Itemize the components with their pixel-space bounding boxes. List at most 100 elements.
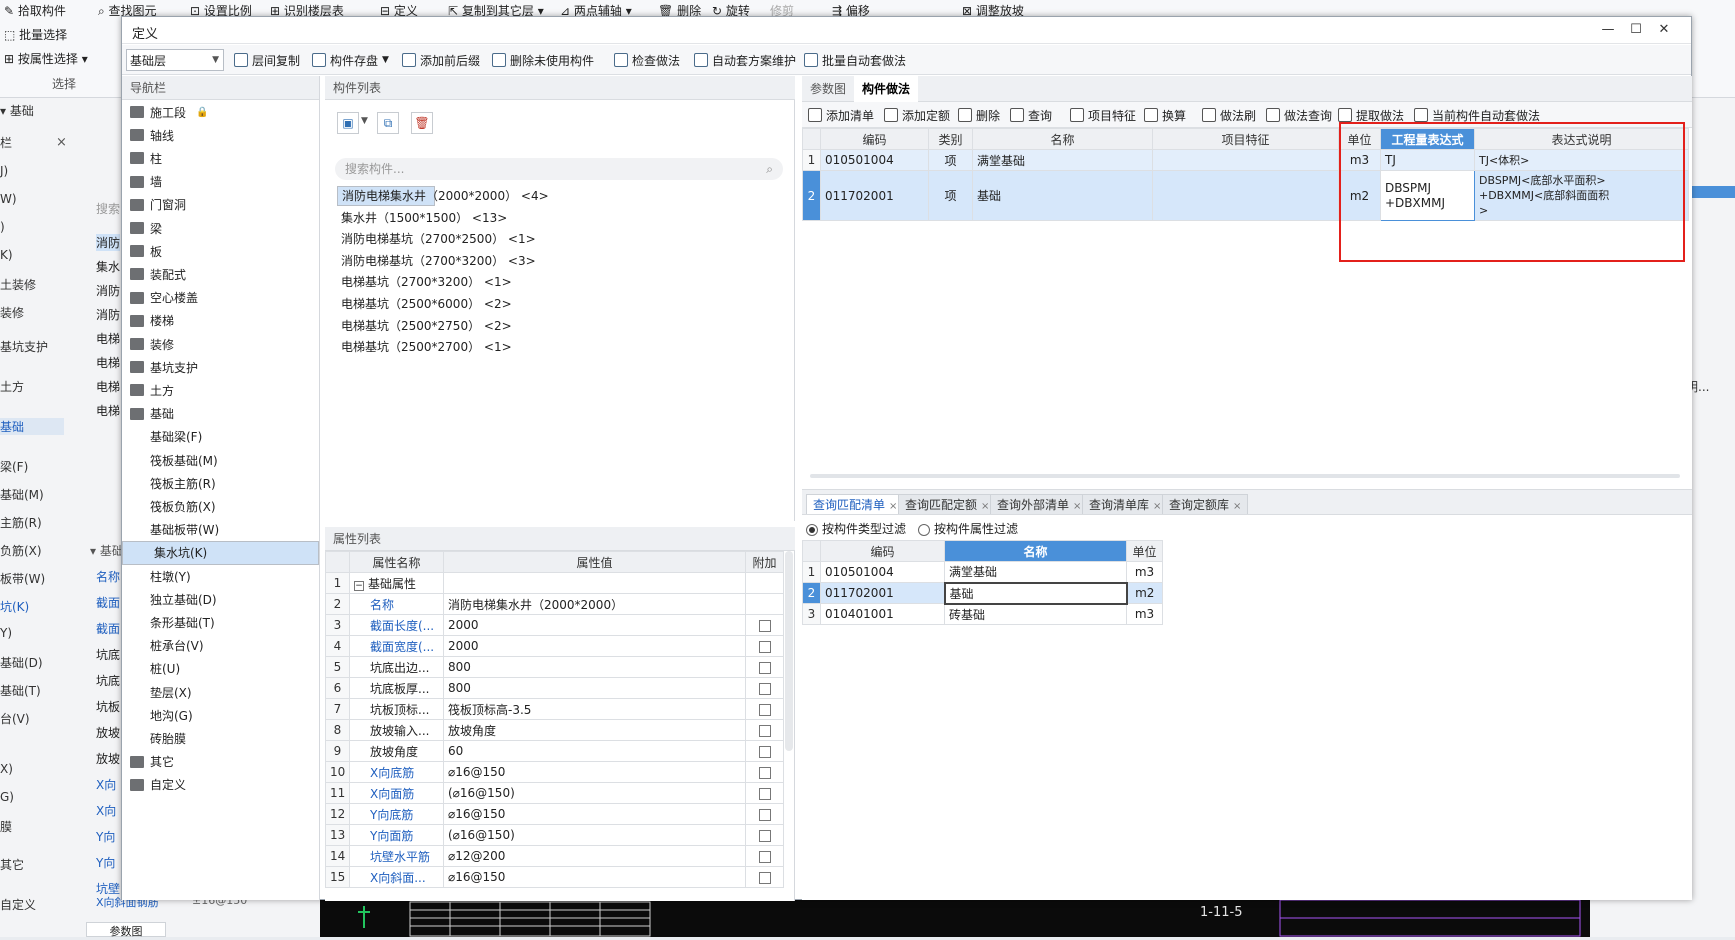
- tab-component-method[interactable]: 构件做法: [854, 76, 919, 102]
- nav-item[interactable]: 砖胎膜: [122, 726, 319, 750]
- filter-attr-radio[interactable]: 按构件属性过滤: [918, 520, 1018, 537]
- nav-item[interactable]: 独立基础(D): [122, 587, 319, 611]
- nav-item[interactable]: 筏板主筋(R): [122, 471, 319, 495]
- match-row[interactable]: 3 010401001 砖基础 m3: [802, 603, 1163, 625]
- component-item[interactable]: 电梯基坑（2500*2750） <2>: [337, 316, 516, 336]
- save-component-button[interactable]: 构件存盘 ▼: [312, 51, 389, 69]
- batch-auto-method-button[interactable]: 批量自动套做法: [804, 51, 906, 69]
- method-toolbar-button[interactable]: 换算: [1144, 106, 1186, 124]
- nav-item[interactable]: 施工段 🔒: [122, 100, 319, 124]
- nav-item[interactable]: 基础: [122, 402, 319, 426]
- property-row[interactable]: 15 X向斜面... ⌀16@150: [325, 866, 784, 888]
- property-value[interactable]: 消防电梯集水井（2000*2000）: [443, 593, 746, 615]
- nav-item[interactable]: 楼梯: [122, 309, 319, 333]
- pick-component-button[interactable]: ✎ 拾取构件: [4, 2, 66, 19]
- property-row[interactable]: 10 X向底筋 ⌀16@150: [325, 761, 784, 783]
- tab-param-figure[interactable]: 参数图: [802, 76, 854, 102]
- nav-item[interactable]: 基础板带(W): [122, 518, 319, 542]
- component-item[interactable]: 消防电梯基坑（2700*2500） <1>: [337, 229, 540, 249]
- property-value[interactable]: 放坡角度: [443, 719, 746, 741]
- property-row[interactable]: 9 放坡角度 60: [325, 740, 784, 762]
- checkbox[interactable]: [758, 745, 771, 758]
- nav-item[interactable]: 梁: [122, 216, 319, 240]
- property-scrollbar[interactable]: [785, 551, 793, 751]
- property-value[interactable]: ⌀16@150: [443, 761, 746, 783]
- select-by-attr-button[interactable]: ⊞ 按属性选择 ▾: [4, 50, 88, 67]
- property-row[interactable]: 6 坑底板厚... 800: [325, 677, 784, 699]
- property-row[interactable]: 12 Y向底筋 ⌀16@150: [325, 803, 784, 825]
- property-row[interactable]: 7 坑板顶标... 筏板顶标高-3.5: [325, 698, 784, 720]
- property-value[interactable]: ⌀12@200: [443, 845, 746, 867]
- nav-item[interactable]: 自定义: [122, 773, 319, 797]
- delete-component-icon[interactable]: 🗑: [411, 112, 433, 134]
- checkbox[interactable]: [758, 871, 771, 884]
- nav-item[interactable]: 板: [122, 239, 319, 263]
- nav-item[interactable]: 土方: [122, 378, 319, 402]
- method-toolbar-button[interactable]: 添加定额: [884, 106, 950, 124]
- nav-item[interactable]: 桩(U): [122, 657, 319, 681]
- checkbox[interactable]: [758, 619, 771, 632]
- filter-type-radio[interactable]: 按构件类型过滤: [806, 520, 906, 537]
- nav-item[interactable]: 基坑支护: [122, 355, 319, 379]
- nav-item[interactable]: 门窗洞: [122, 193, 319, 217]
- query-tab[interactable]: 查询匹配定额 ×: [898, 494, 997, 514]
- auto-scheme-button[interactable]: 自动套方案维护: [694, 51, 796, 69]
- property-value[interactable]: 2000: [443, 635, 746, 657]
- close-icon[interactable]: ×: [981, 501, 989, 512]
- chevron-down-icon[interactable]: ▼: [361, 116, 368, 126]
- checkbox[interactable]: [758, 640, 771, 653]
- property-value[interactable]: 800: [443, 677, 746, 699]
- close-icon[interactable]: ×: [889, 501, 897, 512]
- component-item[interactable]: 电梯基坑（2500*2700） <1>: [337, 337, 516, 357]
- component-item[interactable]: 消防电梯集水井（2000*2000） <4>: [337, 186, 549, 206]
- checkbox[interactable]: [758, 808, 771, 821]
- nav-item[interactable]: 轴线: [122, 123, 319, 147]
- method-toolbar-button[interactable]: 做法刷: [1202, 106, 1256, 124]
- property-row[interactable]: 2 名称 消防电梯集水井（2000*2000）: [325, 593, 784, 615]
- property-row[interactable]: 8 放坡输入... 放坡角度: [325, 719, 784, 741]
- close-icon[interactable]: ×: [1153, 501, 1161, 512]
- property-row[interactable]: 14 坑壁水平筋 ⌀12@200: [325, 845, 784, 867]
- nav-item[interactable]: 其它: [122, 750, 319, 774]
- checkbox[interactable]: [758, 682, 771, 695]
- match-row[interactable]: 2 011702001 基础 m2: [802, 581, 1163, 605]
- close-icon[interactable]: ✕: [1653, 21, 1675, 39]
- property-value[interactable]: (⌀16@150): [443, 782, 746, 804]
- nav-item[interactable]: 墙: [122, 170, 319, 194]
- query-tab[interactable]: 查询外部清单 ×: [990, 494, 1089, 514]
- nav-item[interactable]: 装修: [122, 332, 319, 356]
- method-h-scrollbar[interactable]: [810, 474, 1680, 478]
- property-value[interactable]: ⌀16@150: [443, 803, 746, 825]
- method-toolbar-button[interactable]: 添加清单: [808, 106, 874, 124]
- nav-item[interactable]: 桩承台(V): [122, 634, 319, 658]
- property-row[interactable]: 4 截面宽度(... 2000: [325, 635, 784, 657]
- method-toolbar-button[interactable]: 查询: [1010, 106, 1052, 124]
- component-item[interactable]: 集水井（1500*1500） <13>: [337, 208, 511, 228]
- nav-item[interactable]: 基础梁(F): [122, 425, 319, 449]
- match-row[interactable]: 1 010501004 满堂基础 m3: [802, 561, 1163, 583]
- property-value[interactable]: [443, 572, 746, 594]
- method-feature[interactable]: [1152, 149, 1339, 171]
- bg-param-button[interactable]: 参数图: [86, 922, 166, 938]
- checkbox[interactable]: [758, 766, 771, 779]
- property-value[interactable]: (⌀16@150): [443, 824, 746, 846]
- nav-item[interactable]: 筏板基础(M): [122, 448, 319, 472]
- maximize-icon[interactable]: ☐: [1625, 21, 1647, 39]
- property-row[interactable]: 13 Y向面筋 (⌀16@150): [325, 824, 784, 846]
- minimize-icon[interactable]: —: [1597, 21, 1619, 39]
- nav-item[interactable]: 条形基础(T): [122, 610, 319, 634]
- cad-canvas[interactable]: 1-11-5: [320, 898, 1590, 937]
- checkbox[interactable]: [758, 703, 771, 716]
- bg-close-icon[interactable]: ×: [56, 135, 67, 150]
- delete-unused-button[interactable]: 删除未使用构件: [492, 51, 594, 69]
- property-row[interactable]: 3 截面长度(... 2000: [325, 614, 784, 636]
- component-item[interactable]: 消防电梯基坑（2700*3200） <3>: [337, 251, 540, 271]
- add-prefix-suffix-button[interactable]: 添加前后缀: [402, 51, 480, 69]
- property-value[interactable]: 筏板顶标高-3.5: [443, 698, 746, 720]
- new-component-icon[interactable]: ▣: [337, 112, 359, 134]
- query-tab[interactable]: 查询定额库 ×: [1162, 494, 1249, 514]
- bg-floor-select[interactable]: ▾ 基础: [0, 102, 76, 122]
- copy-between-floors-button[interactable]: 层间复制: [234, 51, 300, 69]
- method-toolbar-button[interactable]: 做法查询: [1266, 106, 1332, 124]
- nav-item[interactable]: 集水坑(K): [122, 540, 319, 565]
